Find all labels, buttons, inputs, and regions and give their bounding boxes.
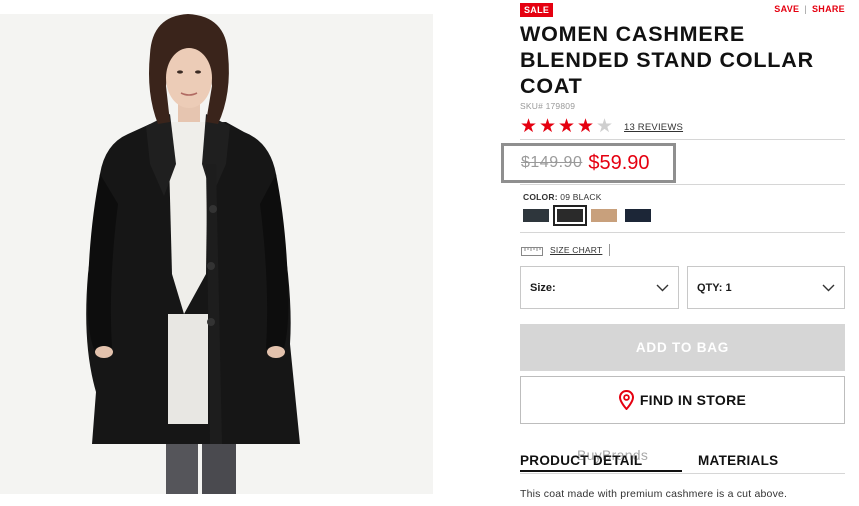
color-swatches	[521, 205, 657, 226]
sale-price: $59.90	[588, 151, 650, 174]
tab-materials[interactable]: MATERIALS	[698, 453, 778, 468]
swatch-black[interactable]	[553, 205, 587, 226]
swatch-charcoal-gray[interactable]	[521, 207, 551, 224]
product-sku: SKU# 179809	[520, 101, 576, 111]
share-link[interactable]: SHARE	[812, 4, 845, 14]
ruler-icon	[521, 247, 543, 256]
star-icon: ★	[539, 116, 557, 137]
divider	[520, 473, 845, 474]
location-pin-icon	[618, 390, 634, 410]
divider	[520, 232, 845, 233]
size-chart-link[interactable]: SIZE CHART	[550, 245, 602, 255]
find-in-store-label: FIND IN STORE	[639, 392, 747, 408]
watermark: BuyBrands	[577, 447, 649, 463]
chevron-down-icon	[822, 284, 835, 291]
find-in-store-button[interactable]: FIND IN STORE	[520, 376, 845, 424]
save-share-links: SAVE | SHARE	[774, 4, 845, 14]
quantity-select-label: QTY: 1	[697, 281, 732, 294]
swatch-navy[interactable]	[623, 207, 653, 224]
quantity-select[interactable]: QTY: 1	[687, 266, 845, 309]
original-price: $149.90	[521, 154, 583, 171]
save-link[interactable]: SAVE	[774, 4, 799, 14]
star-icon: ★	[558, 116, 576, 137]
chevron-down-icon	[656, 284, 669, 291]
separator	[609, 244, 611, 256]
product-info-panel: SALE SAVE | SHARE WOMEN CASHMERE BLENDED…	[501, 0, 850, 506]
color-label-key: COLOR:	[523, 192, 558, 202]
add-to-bag-button[interactable]: ADD TO BAG	[520, 324, 845, 371]
divider	[520, 184, 845, 185]
reviews-link[interactable]: 13 REVIEWS	[624, 122, 683, 133]
size-chart-row: SIZE CHART	[521, 244, 611, 256]
sale-badge: SALE	[520, 3, 554, 17]
product-description: This coat made with premium cashmere is …	[520, 488, 788, 500]
star-icon: ★	[577, 116, 595, 137]
size-select-label: Size:	[530, 281, 556, 294]
star-icon: ★	[520, 116, 538, 137]
size-select[interactable]: Size:	[520, 266, 679, 309]
price-highlight-box: $149.90 $59.90	[501, 143, 676, 183]
product-tabs: PRODUCT DETAIL MATERIALS BuyBrands	[520, 447, 845, 473]
star-empty-icon: ★	[596, 116, 614, 137]
link-separator: |	[804, 4, 807, 14]
color-selected-value: 09 BLACK	[560, 192, 602, 202]
swatch-camel[interactable]	[589, 207, 619, 224]
star-rating: ★ ★ ★ ★ ★ 13 REVIEWS	[520, 117, 683, 137]
product-image	[0, 14, 433, 494]
divider	[520, 139, 845, 140]
color-label: COLOR: 09 BLACK	[523, 192, 602, 202]
product-title: WOMEN CASHMERE BLENDED STAND COLLAR COAT	[520, 22, 814, 98]
